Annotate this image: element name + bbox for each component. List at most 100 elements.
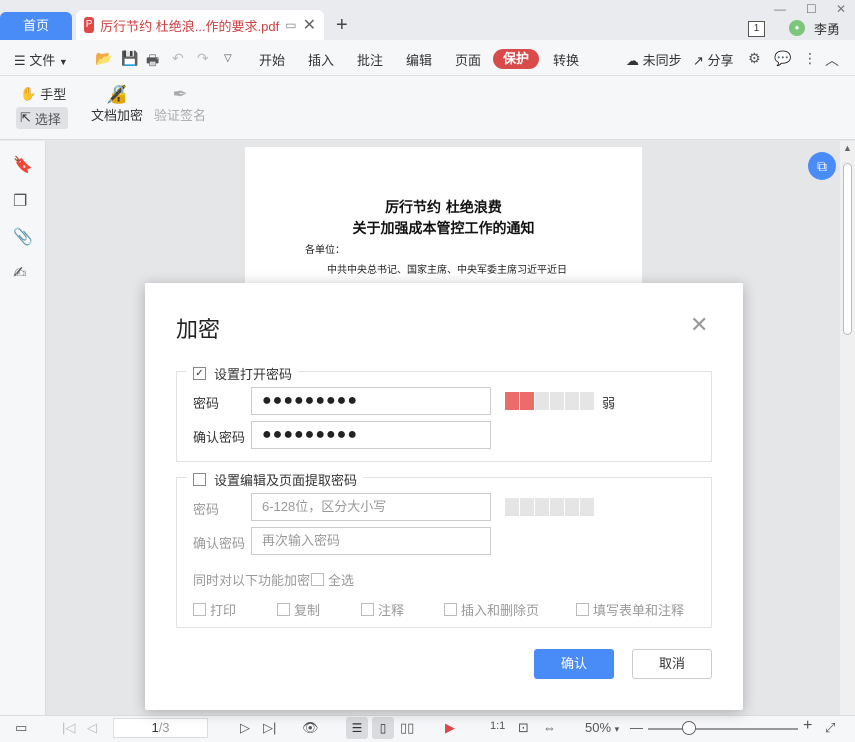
checkbox-unchecked[interactable]: [576, 603, 589, 616]
next-page-icon[interactable]: ▷: [240, 720, 250, 736]
menu-edit[interactable]: 编辑: [406, 50, 432, 69]
verify-signature-button[interactable]: ✒ 验证签名: [154, 84, 206, 124]
zoom-in-icon[interactable]: +: [803, 717, 812, 735]
monitor-icon[interactable]: ▭: [285, 18, 296, 32]
bookmark-icon[interactable]: 🔖: [13, 155, 33, 175]
close-icon[interactable]: ✕: [690, 312, 708, 338]
fullscreen-icon[interactable]: ⤢: [825, 720, 835, 736]
menu-annotate[interactable]: 批注: [357, 50, 383, 69]
edit-password-checkbox[interactable]: 设置编辑及页面提取密码: [187, 470, 364, 489]
tab-document-title: 厉行节约 杜绝浪...作的要求.pdf: [100, 18, 280, 34]
continuous-view-icon[interactable]: ▯: [372, 717, 394, 739]
zoom-out-icon[interactable]: —: [630, 720, 643, 735]
window-count-badge[interactable]: 1: [748, 21, 765, 37]
password-label: 密码: [193, 396, 220, 411]
more-icon[interactable]: ⋮: [803, 50, 817, 67]
undo-icon[interactable]: ↶: [172, 50, 184, 67]
zoom-slider-knob[interactable]: [682, 721, 696, 735]
strength-segment: [565, 498, 579, 516]
page-number-input[interactable]: 1/3: [113, 718, 208, 738]
checkbox-unchecked[interactable]: [444, 603, 457, 616]
close-window-icon[interactable]: ✕: [836, 2, 846, 16]
new-tab-button[interactable]: +: [336, 14, 348, 37]
more-dropdown-icon[interactable]: ▽: [224, 53, 232, 64]
menu-insert[interactable]: 插入: [308, 50, 334, 69]
open-folder-icon[interactable]: 📂: [95, 50, 112, 67]
avatar[interactable]: ●: [789, 20, 805, 36]
collapse-ribbon-icon[interactable]: ︿: [825, 50, 839, 70]
edit-password-input[interactable]: 6-128位，区分大小写: [251, 493, 491, 521]
checkbox-unchecked[interactable]: [311, 573, 324, 586]
menu-protect[interactable]: 保护: [493, 49, 539, 69]
select-all-checkbox[interactable]: 全选: [311, 570, 354, 589]
zoom-select[interactable]: 50% ▾: [585, 720, 619, 735]
menu-start[interactable]: 开始: [259, 50, 285, 69]
menu-convert[interactable]: 转换: [553, 50, 579, 69]
first-page-icon[interactable]: |◁: [62, 720, 75, 736]
option-insert-delete-checkbox[interactable]: 插入和删除页: [444, 600, 539, 619]
strength-segment: [505, 498, 519, 516]
checkbox-checked[interactable]: ✓: [193, 367, 206, 380]
checkbox-unchecked[interactable]: [193, 473, 206, 486]
eye-icon[interactable]: 👁: [302, 720, 319, 736]
strength-segment: [550, 498, 564, 516]
close-tab-icon[interactable]: ✕: [303, 15, 316, 35]
minimize-icon[interactable]: —: [774, 2, 786, 16]
strength-segment: [505, 392, 519, 410]
doc-text-line: 中共中央总书记、国家主席、中央军委主席习近平近日: [327, 265, 567, 276]
menu-page[interactable]: 页面: [455, 50, 481, 69]
cloud-icon: ☁: [626, 53, 639, 68]
hamburger-icon: ☰: [14, 53, 26, 68]
redo-icon[interactable]: ↷: [197, 50, 209, 67]
fit-page-icon[interactable]: ⊡: [518, 720, 529, 736]
select-tool-button[interactable]: ⇱ 选择: [16, 107, 68, 129]
maximize-icon[interactable]: ☐: [806, 2, 817, 16]
encrypt-document-button[interactable]: 🔏 文档加密: [91, 84, 143, 124]
password-strength-meter: [505, 392, 594, 410]
save-icon[interactable]: 💾: [121, 50, 138, 67]
play-icon[interactable]: ▶: [445, 720, 455, 736]
hand-tool-button[interactable]: ✋ 手型: [20, 84, 66, 103]
edit-confirm-password-input[interactable]: 再次输入密码: [251, 527, 491, 555]
sidebar-toggle-icon[interactable]: ▭: [15, 720, 27, 736]
option-print-checkbox[interactable]: 打印: [193, 600, 236, 619]
scroll-up-icon[interactable]: ▲: [843, 143, 852, 153]
strength-segment: [580, 498, 594, 516]
user-name[interactable]: 李勇: [814, 19, 840, 38]
checkbox-unchecked[interactable]: [193, 603, 206, 616]
gear-icon[interactable]: ⚙: [748, 50, 761, 67]
chevron-down-icon: ▼: [58, 57, 68, 67]
tab-document[interactable]: P 厉行节约 杜绝浪...作的要求.pdf ▭ ✕: [76, 10, 324, 40]
last-page-icon[interactable]: ▷|: [263, 720, 276, 736]
comment-icon[interactable]: 💬: [774, 50, 791, 67]
checkbox-unchecked[interactable]: [277, 603, 290, 616]
prev-page-icon[interactable]: ◁: [87, 720, 97, 736]
floating-tool-icon[interactable]: ⧉: [808, 152, 836, 180]
thumbnails-icon[interactable]: ❐: [13, 191, 27, 211]
open-confirm-password-input[interactable]: ●●●●●●●●●: [251, 421, 491, 449]
strength-segment: [550, 392, 564, 410]
signature-panel-icon[interactable]: ✍: [13, 263, 26, 283]
cancel-button[interactable]: 取消: [632, 649, 712, 679]
open-password-input[interactable]: ●●●●●●●●●: [251, 387, 491, 415]
print-icon[interactable]: 🖶: [146, 50, 159, 74]
checkbox-unchecked[interactable]: [361, 603, 374, 616]
single-page-view-icon[interactable]: ☰: [346, 717, 368, 739]
file-menu[interactable]: ☰ 文件 ▼: [14, 50, 68, 69]
option-copy-checkbox[interactable]: 复制: [277, 600, 320, 619]
fit-width-icon[interactable]: ⇔: [543, 720, 556, 735]
tab-home[interactable]: 首页: [0, 12, 72, 40]
lock-document-icon: 🔏: [105, 84, 129, 104]
share-button[interactable]: ↗ 分享: [693, 50, 734, 69]
option-fill-form-checkbox[interactable]: 填写表单和注释: [576, 600, 684, 619]
sync-button[interactable]: ☁ 未同步: [626, 50, 682, 69]
attachment-icon[interactable]: 📎: [13, 227, 33, 247]
confirm-button[interactable]: 确认: [534, 649, 614, 679]
open-password-checkbox[interactable]: ✓ 设置打开密码: [187, 364, 299, 383]
scrollbar-thumb[interactable]: [843, 163, 852, 335]
actual-size-icon[interactable]: 1:1: [490, 720, 505, 732]
edit-strength-meter: [505, 498, 594, 516]
option-annotate-checkbox[interactable]: 注释: [361, 600, 404, 619]
two-page-view-icon[interactable]: ▯▯: [400, 720, 414, 736]
zoom-slider[interactable]: [648, 728, 798, 730]
